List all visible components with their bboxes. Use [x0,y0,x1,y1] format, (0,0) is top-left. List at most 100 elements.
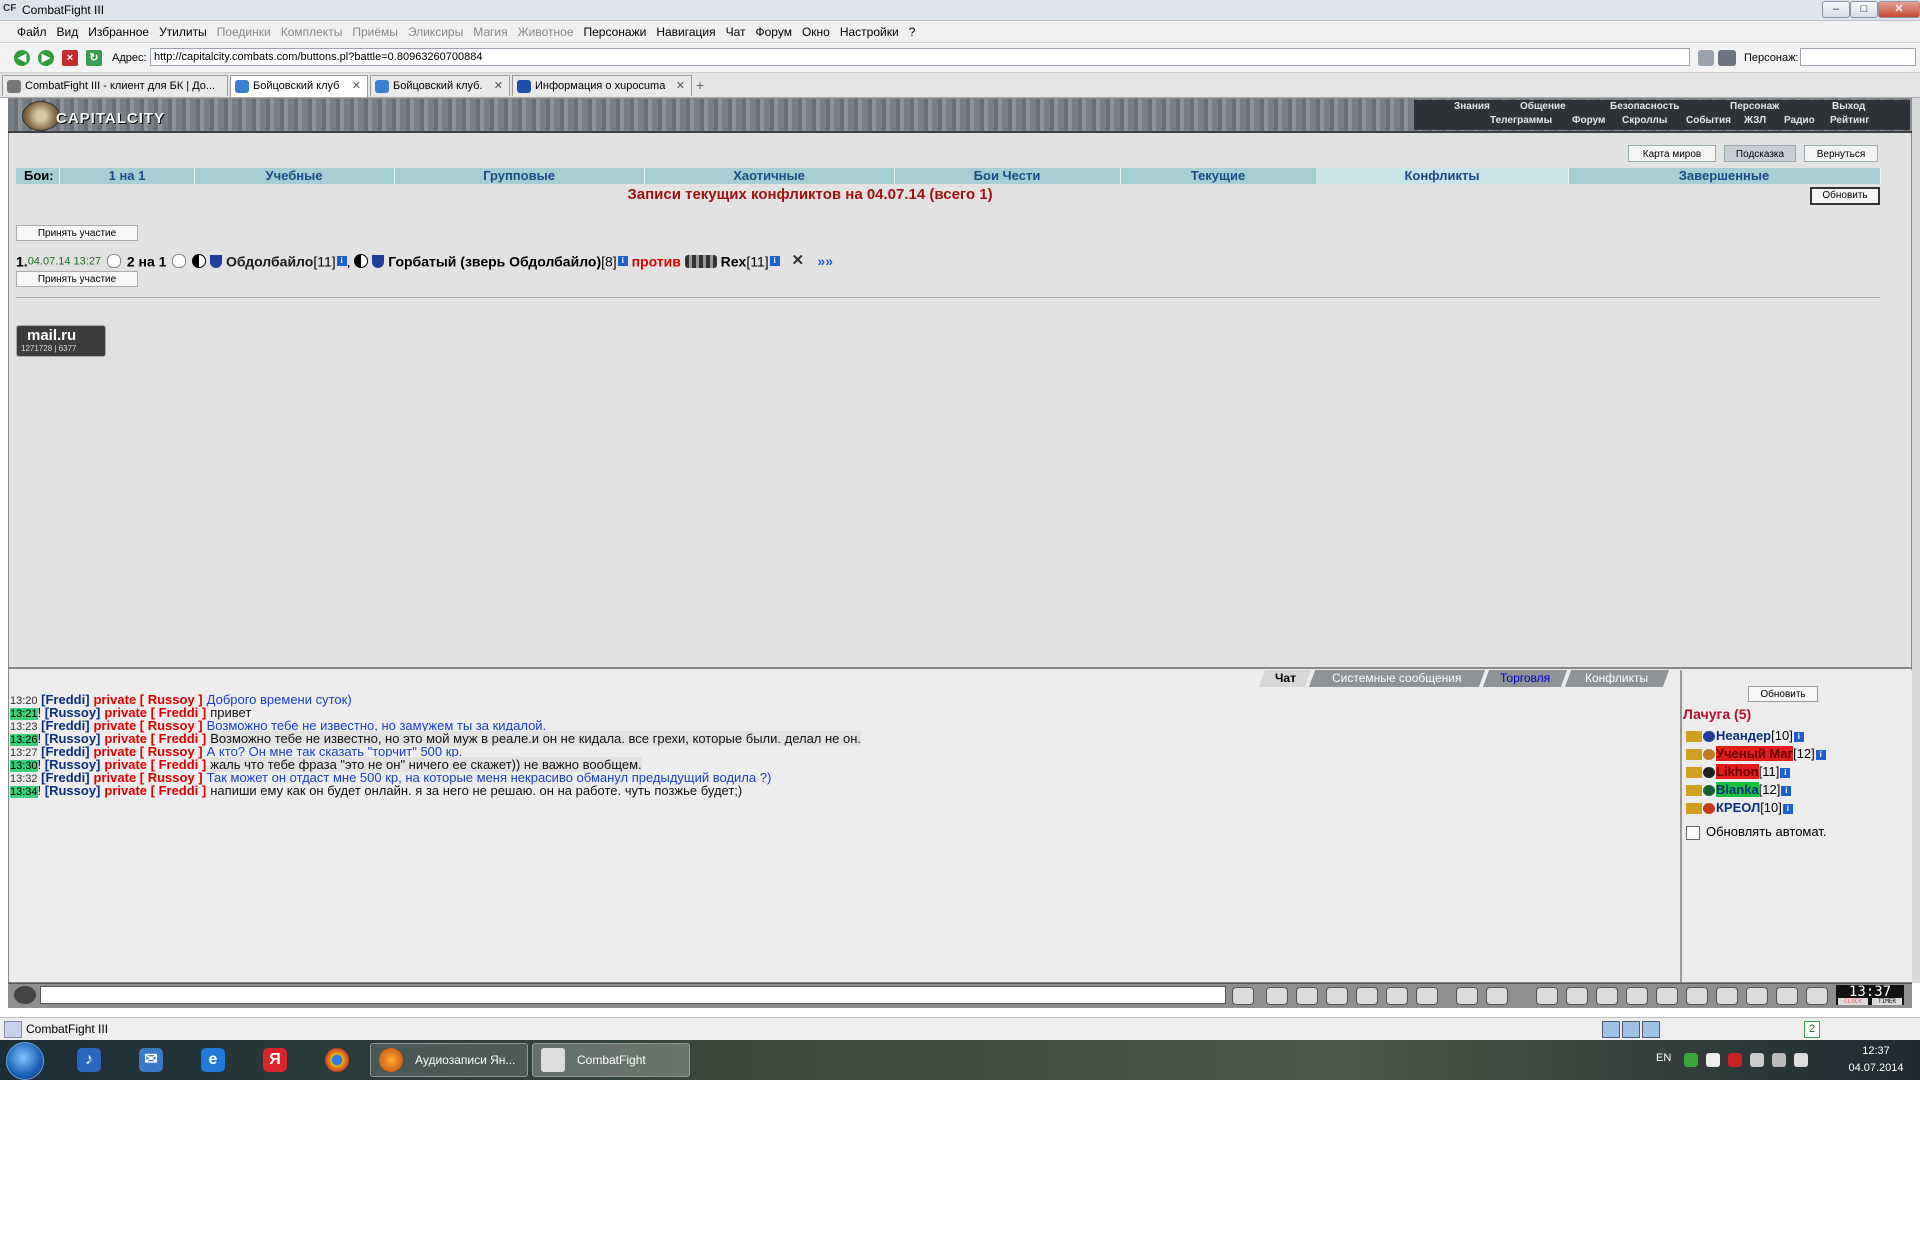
message-time[interactable]: 13:34 [10,786,38,798]
world-map-button[interactable]: Карта миров [1628,145,1716,162]
users-refresh-button[interactable]: Обновить [1748,686,1818,702]
menu-chat[interactable]: Чат [721,21,751,43]
user-name[interactable]: Неандер [1716,728,1771,743]
tray-icon[interactable] [1684,1053,1698,1067]
start-button[interactable] [6,1042,44,1080]
user-row[interactable]: Blanka[12] i [1686,782,1792,797]
translit-icon[interactable] [1386,987,1408,1005]
menu-techniques[interactable]: Приёмы [347,21,403,43]
sound-icon[interactable] [1416,987,1438,1005]
spider-icon[interactable] [1716,987,1738,1005]
chat-tab-conflicts[interactable]: Конфликты [1564,670,1670,687]
chat-mode-icon[interactable] [14,986,36,1004]
nav-zhzl[interactable]: ЖЗЛ [1744,115,1766,126]
menu-elixirs[interactable]: Эликсиры [403,21,468,43]
info-icon[interactable]: i [1781,785,1792,796]
private-message-icon[interactable] [1686,785,1702,797]
menu-navigation[interactable]: Навигация [651,21,720,43]
handshake-icon[interactable] [1686,987,1708,1005]
join-button-top[interactable]: Принять участие [16,225,138,241]
info-icon[interactable]: i [1780,767,1791,778]
taskbar-window-combatfight[interactable]: CombatFight [532,1043,690,1077]
private-message-icon[interactable] [1686,767,1702,779]
menu-animal[interactable]: Животное [513,21,579,43]
go-icon[interactable] [1698,50,1714,66]
forward-icon[interactable]: ▶ [38,50,54,66]
chat-tab-trade[interactable]: Торговля [1482,670,1568,687]
private-message-icon[interactable] [1686,803,1702,815]
conflict-toggle-icon[interactable] [106,254,121,269]
close-window-button[interactable]: ✕ [1878,1,1920,18]
conflict-toggle-icon[interactable] [172,254,187,269]
user-row[interactable]: КРЕОЛ[10] i [1686,800,1793,815]
refresh-button[interactable]: Обновить [1810,187,1880,205]
private-message-icon[interactable] [1686,749,1702,761]
volume-icon[interactable] [1794,1053,1808,1067]
return-button[interactable]: Вернуться [1804,145,1878,162]
layout-icon[interactable] [1642,1021,1660,1038]
mask-icon[interactable] [1626,987,1648,1005]
category-conflicts[interactable]: Конфликты [1316,168,1569,184]
tray-icon[interactable] [1728,1053,1742,1067]
player-3-name[interactable]: Rex [721,253,747,269]
glasses-icon[interactable] [1718,50,1736,66]
fist-icon[interactable] [1566,987,1588,1005]
user-name[interactable]: Ученый Маг [1716,746,1794,761]
auto-refresh-checkbox[interactable] [1686,825,1700,840]
user-row[interactable]: Ученый Маг[12] i [1686,746,1826,761]
private-message-icon[interactable] [1686,731,1702,743]
tab-fight-club[interactable]: Бойцовский клуб ✕ [230,75,368,97]
player-1-name[interactable]: Обдолбайло [226,253,313,269]
user-name[interactable]: Blanka [1716,782,1759,797]
filter-icon[interactable] [1296,987,1318,1005]
taskbar-pin-chrome[interactable] [312,1043,362,1077]
info-icon[interactable]: i [336,256,347,267]
bag-icon[interactable] [1536,987,1558,1005]
menu-characters[interactable]: Персонажи [579,21,652,43]
nav-scrolls[interactable]: Скроллы [1622,115,1667,126]
layout-icon[interactable] [1602,1021,1620,1038]
layout-icon[interactable] [1622,1021,1640,1038]
menu-forum[interactable]: Форум [751,21,797,43]
category-chaotic[interactable]: Хаотичные [644,168,895,184]
network-icon[interactable] [1772,1053,1786,1067]
info-icon[interactable]: i [1782,803,1793,814]
taskbar-window-audio[interactable]: Аудиозаписи Ян... [370,1043,528,1077]
menu-sets[interactable]: Комплекты [276,21,348,43]
tab-close-icon[interactable]: ✕ [676,76,685,96]
menu-help[interactable]: ? [904,21,921,43]
clock-time[interactable]: 12:37 [1838,1045,1914,1057]
category-finished[interactable]: Завершенные [1568,168,1881,184]
tray-icon[interactable] [1706,1053,1720,1067]
status-counter[interactable]: 2 [1804,1021,1820,1038]
info-icon[interactable]: i [617,256,628,267]
nav-rating[interactable]: Рейтинг [1830,115,1869,126]
minimize-button[interactable]: – [1822,1,1850,18]
user-name[interactable]: Likhon [1716,764,1759,779]
nav-forum[interactable]: Форум [1572,115,1605,126]
menu-settings[interactable]: Настройки [835,21,904,43]
chat-message-input[interactable] [40,986,1226,1004]
gift-icon[interactable] [1746,987,1768,1005]
menu-file[interactable]: Файл [12,21,52,43]
maximize-button[interactable]: □ [1850,1,1878,18]
user-row[interactable]: Неандер[10] i [1686,728,1804,743]
nav-security[interactable]: Безопасность [1610,101,1679,112]
taskbar-pin-yandex[interactable]: Я [250,1043,300,1077]
save-icon[interactable] [1326,987,1348,1005]
user-name[interactable]: КРЕОЛ [1716,800,1760,815]
tab-close-icon[interactable]: ✕ [494,76,503,96]
chat-tab-system[interactable]: Системные сообщения [1308,670,1486,687]
more-link[interactable]: »» [817,253,833,269]
taskbar-pin-media[interactable]: ♪ [64,1043,114,1077]
tab-client[interactable]: CombatFight III - клиент для БК | До... [2,75,228,96]
right-scrollbar[interactable] [1912,98,1920,983]
refresh-icon[interactable]: ↻ [86,50,102,66]
join-button-bottom[interactable]: Принять участие [16,271,138,287]
info-icon[interactable]: i [769,256,780,267]
menu-utilities[interactable]: Утилиты [154,21,212,43]
new-tab-button[interactable]: + [696,77,704,93]
player-2-name[interactable]: Горбатый (зверь Обдолбайло) [388,253,601,269]
category-training[interactable]: Учебные [194,168,395,184]
persona-select[interactable] [1800,48,1916,66]
